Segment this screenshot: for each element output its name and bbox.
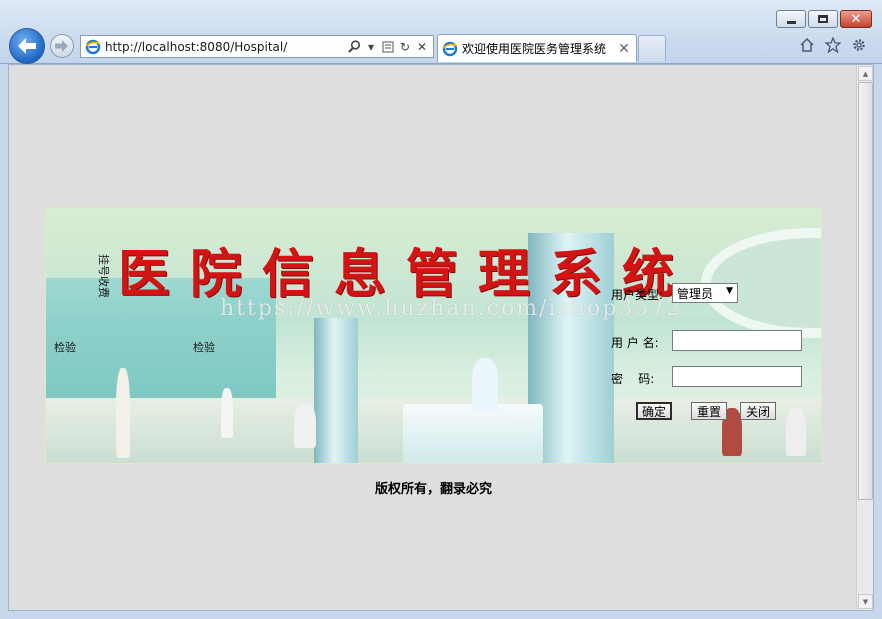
tab-close-icon[interactable]: ✕ xyxy=(616,41,632,57)
banner-person xyxy=(294,403,316,448)
password-label: 密 码: xyxy=(611,372,655,386)
close-window-button[interactable]: ✕ xyxy=(840,10,872,28)
close-button[interactable]: 关闭 xyxy=(740,402,776,420)
banner-sign: 检验 xyxy=(54,341,76,354)
scrollbar-thumb[interactable] xyxy=(858,82,873,500)
forward-arrow-icon xyxy=(55,40,68,52)
minimize-button[interactable] xyxy=(776,10,806,28)
user-type-value: 管理员 xyxy=(677,286,714,301)
hospital-banner: 挂号收费 检验 检验 医院信息管理系统 https://www.huzhan.c… xyxy=(45,207,822,464)
banner-sign: 检验 xyxy=(193,341,215,354)
scroll-up-arrow-icon[interactable]: ▲ xyxy=(858,66,873,81)
back-button[interactable] xyxy=(9,28,45,64)
search-icon[interactable] xyxy=(347,39,361,55)
copyright-text: 版权所有，翻录必究 xyxy=(374,482,492,497)
banner-person xyxy=(116,368,130,458)
new-tab-button[interactable] xyxy=(638,35,666,61)
tab-label: 欢迎使用医院医务管理系统 xyxy=(462,42,607,56)
browser-chrome: ✕ http://localhost:8080/Hospital/ ▾ ↻ ✕ … xyxy=(0,0,882,64)
banner-person xyxy=(786,408,806,456)
banner-nurse xyxy=(472,358,498,413)
maximize-button[interactable] xyxy=(808,10,838,28)
user-type-select[interactable]: 管理员 ▼ xyxy=(672,283,738,303)
reset-button[interactable]: 重置 xyxy=(691,402,727,420)
refresh-icon[interactable]: ↻ xyxy=(398,39,412,55)
back-arrow-icon xyxy=(18,38,36,54)
close-icon: ✕ xyxy=(850,11,862,27)
address-text[interactable]: http://localhost:8080/Hospital/ xyxy=(105,40,347,54)
minimize-icon xyxy=(786,20,796,24)
tab-hospital[interactable]: 欢迎使用医院医务管理系统 ✕ xyxy=(437,34,637,62)
address-bar[interactable]: http://localhost:8080/Hospital/ ▾ ↻ ✕ xyxy=(80,35,434,58)
username-input[interactable] xyxy=(672,330,802,351)
user-type-label: 用户类型: xyxy=(611,288,664,302)
forward-button[interactable] xyxy=(50,34,74,58)
home-icon[interactable] xyxy=(798,36,816,54)
ie-page-icon xyxy=(85,39,101,55)
stop-icon[interactable]: ✕ xyxy=(415,39,429,55)
banner-reception-desk xyxy=(403,404,543,463)
star-icon[interactable] xyxy=(824,36,842,54)
ie-tab-icon xyxy=(442,41,458,57)
chevron-down-icon: ▼ xyxy=(726,286,733,296)
username-label: 用 户 名: xyxy=(611,336,659,350)
vertical-scrollbar[interactable]: ▲ ▼ xyxy=(856,65,873,610)
banner-pillar xyxy=(314,318,358,463)
password-input[interactable] xyxy=(672,366,802,387)
gear-icon[interactable] xyxy=(850,36,868,54)
scroll-down-arrow-icon[interactable]: ▼ xyxy=(858,594,873,609)
dropdown-icon[interactable]: ▾ xyxy=(364,39,378,55)
compatibility-view-icon[interactable] xyxy=(381,39,395,55)
confirm-button[interactable]: 确定 xyxy=(636,402,672,420)
banner-sign: 挂号收费 xyxy=(97,254,110,298)
banner-person xyxy=(221,388,233,438)
maximize-icon xyxy=(818,15,828,23)
page-viewport: 挂号收费 检验 检验 医院信息管理系统 https://www.huzhan.c… xyxy=(8,64,874,611)
